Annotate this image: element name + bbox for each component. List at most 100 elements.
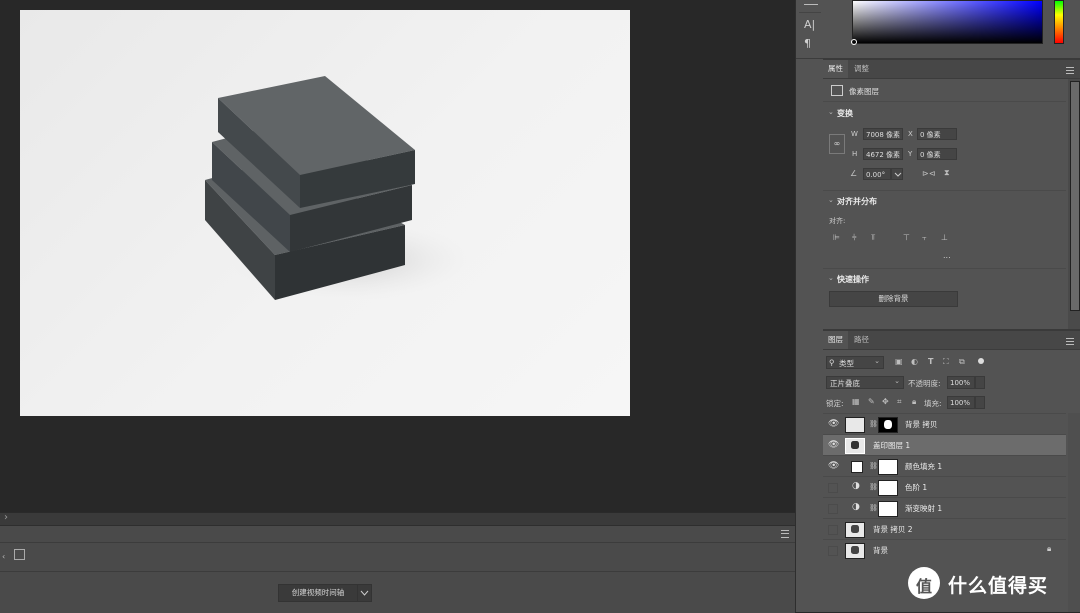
eye-icon[interactable]: 👁︎: [828, 462, 839, 471]
filter-smart-object-icon[interactable]: ⧉: [959, 357, 965, 367]
panel-menu-icon[interactable]: [1066, 67, 1074, 74]
chevron-down-icon[interactable]: ⌄: [828, 108, 834, 116]
layer-mask-thumbnail[interactable]: [878, 459, 898, 475]
height-field[interactable]: 4672 像素: [863, 148, 903, 160]
fill-field[interactable]: 100%: [947, 396, 975, 409]
color-picker-field[interactable]: [851, 0, 1043, 45]
link-icon[interactable]: ⛓︎: [869, 420, 878, 428]
more-options-icon[interactable]: ...: [943, 251, 951, 260]
lock-transparent-icon[interactable]: ▦: [852, 397, 860, 406]
chevron-right-icon[interactable]: ›: [4, 512, 8, 523]
layer-name: 颜色填充 1: [905, 462, 943, 471]
link-dimensions-icon[interactable]: ∞: [829, 134, 845, 154]
layer-row[interactable]: 背景 🔒︎: [823, 539, 1066, 561]
create-video-timeline-button[interactable]: 创建视频时间轴: [278, 584, 358, 602]
document-canvas-area[interactable]: [0, 0, 795, 525]
y-field[interactable]: 0 像素: [917, 148, 957, 160]
layer-mask-thumbnail[interactable]: [878, 501, 898, 517]
eye-icon[interactable]: 👁︎: [828, 441, 839, 450]
link-icon[interactable]: ⛓︎: [869, 483, 878, 491]
lock-all-icon[interactable]: 🔒︎: [912, 397, 916, 407]
layer-row[interactable]: ◑ ⛓︎ 色阶 1: [823, 476, 1066, 498]
filter-pixel-icon[interactable]: ▣: [895, 357, 903, 366]
tab-properties[interactable]: 属性: [823, 60, 848, 78]
chevron-down-icon: ⌄: [894, 377, 900, 385]
color-picker-cursor[interactable]: [851, 39, 857, 45]
horizontal-scrollbar[interactable]: ›: [0, 512, 795, 525]
align-center-h-icon[interactable]: ⫩: [852, 233, 857, 243]
panel-menu-icon[interactable]: [781, 530, 789, 538]
align-top-icon[interactable]: ⊤: [903, 233, 910, 242]
render-settings-icon[interactable]: [14, 549, 25, 560]
hue-slider[interactable]: [1054, 0, 1064, 44]
filter-kind-select[interactable]: ⚲ 类型 ⌄: [826, 356, 884, 369]
fill-swatch[interactable]: [851, 461, 863, 473]
filter-type-icon[interactable]: T: [928, 357, 933, 366]
properties-tabbar: 属性 调整: [823, 60, 1080, 79]
render-icon[interactable]: ‹: [2, 552, 5, 561]
tab-adjustments[interactable]: 调整: [849, 60, 874, 78]
visibility-toggle[interactable]: [828, 483, 838, 493]
properties-content: 像素图层 ⌄ 变换 ∞ W 7008 像素 X 0 像素 H 4672 像素 Y…: [823, 79, 1066, 331]
lock-artboard-icon[interactable]: ⌗: [897, 397, 902, 407]
x-field[interactable]: 0 像素: [917, 128, 957, 140]
width-field[interactable]: 7008 像素: [863, 128, 903, 140]
levels-adjustment-icon: ◑: [852, 481, 860, 491]
panel-menu-icon[interactable]: [1066, 338, 1074, 345]
site-watermark: 值 什么值得买: [908, 565, 1080, 605]
fill-dropdown[interactable]: [975, 396, 985, 409]
properties-scrollbar[interactable]: [1068, 79, 1080, 331]
visibility-toggle[interactable]: [828, 504, 838, 514]
lock-pixels-icon[interactable]: ✎: [868, 397, 875, 406]
align-left-icon[interactable]: ⊫: [833, 233, 840, 242]
align-bottom-icon[interactable]: ⊥: [941, 233, 948, 242]
timeline-dropdown[interactable]: [357, 584, 372, 602]
angle-field[interactable]: 0.00°: [863, 168, 891, 180]
lock-position-icon[interactable]: ✥: [882, 397, 889, 406]
layer-name: 盖印图层 1: [873, 441, 911, 450]
layer-row[interactable]: 👁︎ ⛓︎ 颜色填充 1: [823, 455, 1066, 477]
collapse-icon[interactable]: [804, 0, 818, 5]
chevron-down-icon[interactable]: ⌄: [828, 274, 834, 282]
timeline-panel: ‹ 创建视频时间轴: [0, 525, 795, 613]
layer-name: 背景 拷贝: [905, 420, 938, 429]
flip-horizontal-icon[interactable]: ⊳⊲: [922, 169, 935, 178]
document-image[interactable]: [20, 10, 630, 416]
character-icon[interactable]: A|: [804, 18, 815, 31]
fill-label: 填充:: [924, 399, 942, 408]
layer-row[interactable]: 背景 拷贝 2: [823, 518, 1066, 540]
align-right-icon[interactable]: ⫪: [871, 233, 876, 243]
lock-icon[interactable]: 🔒︎: [1047, 544, 1051, 554]
watermark-text: 什么值得买: [948, 575, 1049, 597]
angle-dropdown[interactable]: [891, 168, 903, 180]
tab-paths[interactable]: 路径: [849, 331, 874, 349]
layer-row[interactable]: 👁︎ 盖印图层 1: [823, 434, 1066, 456]
visibility-toggle[interactable]: [828, 525, 838, 535]
layer-mask-thumbnail[interactable]: [878, 480, 898, 496]
panel-dock-strip: A| ¶: [795, 0, 825, 612]
pixel-layer-icon: [831, 85, 843, 96]
watermark-logo: 值: [908, 567, 940, 599]
eye-icon[interactable]: 👁︎: [828, 420, 839, 429]
filter-shape-icon[interactable]: ⛶: [943, 357, 949, 367]
width-label: W: [851, 130, 858, 138]
flip-vertical-icon[interactable]: ⧗: [944, 168, 950, 178]
filter-toggle-icon[interactable]: [978, 358, 984, 364]
quick-actions-title: 快速操作: [837, 275, 869, 284]
chevron-down-icon: [894, 172, 902, 177]
layer-mask-thumbnail[interactable]: [878, 417, 898, 433]
paragraph-icon[interactable]: ¶: [804, 37, 811, 50]
layer-row[interactable]: ◑ ⛓︎ 渐变映射 1: [823, 497, 1066, 519]
blend-mode-select[interactable]: 正片叠底 ⌄: [826, 376, 904, 389]
tab-layers[interactable]: 图层: [823, 331, 848, 349]
chevron-down-icon[interactable]: ⌄: [828, 196, 834, 204]
link-icon[interactable]: ⛓︎: [869, 462, 878, 470]
filter-adjustment-icon[interactable]: ◐: [911, 357, 918, 366]
opacity-field[interactable]: 100%: [947, 376, 975, 389]
remove-background-button[interactable]: 删除背景: [829, 291, 958, 307]
opacity-dropdown[interactable]: [975, 376, 985, 389]
layer-row[interactable]: 👁︎ ⛓︎ 背景 拷贝: [823, 413, 1066, 435]
visibility-toggle[interactable]: [828, 546, 838, 556]
align-center-v-icon[interactable]: ⫟: [922, 233, 927, 243]
link-icon[interactable]: ⛓︎: [869, 504, 878, 512]
